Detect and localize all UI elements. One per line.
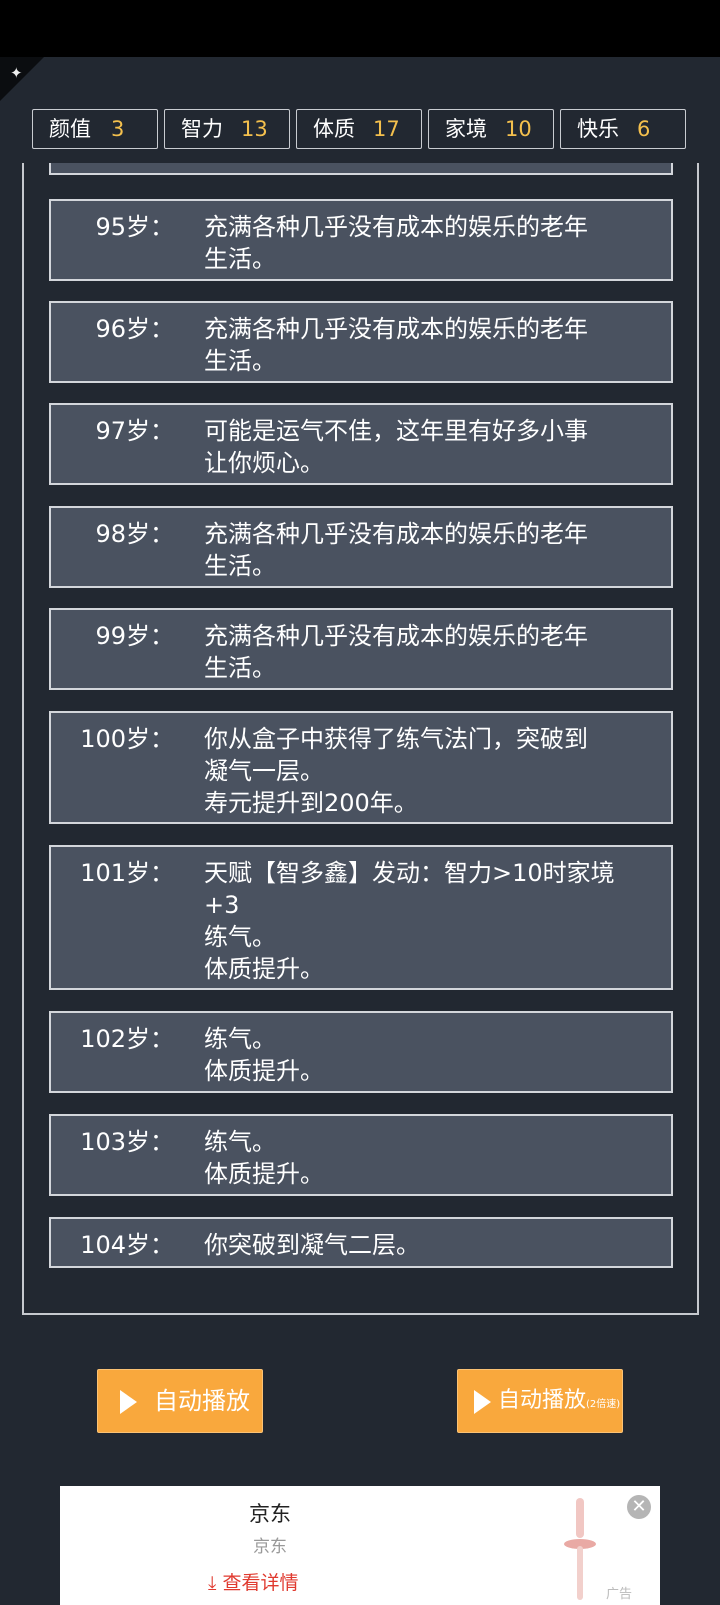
ad-details-link[interactable]: ⤓ 查看详情: [208, 1568, 298, 1595]
log-age: 100岁：: [80, 725, 174, 753]
life-log-panel[interactable]: 95岁： 充满各种几乎没有成本的娱乐的老年 生活。 96岁： 充满各种几乎没有成…: [22, 163, 699, 1315]
log-entry: 104岁： 你突破到凝气二层。: [49, 1217, 673, 1268]
log-text: 充满各种几乎没有成本的娱乐的老年 生活。: [204, 520, 588, 580]
log-age: 97岁：: [95, 417, 174, 445]
log-text: 练气。 体质提升。: [204, 1025, 324, 1085]
log-text: 可能是运气不佳，这年里有好多小事 让你烦心。: [204, 417, 588, 477]
ad-link-label: 查看详情: [222, 1572, 299, 1594]
stat-intelligence: 智力 13: [164, 109, 290, 149]
close-icon[interactable]: ✕: [627, 1495, 651, 1519]
stat-value: 10: [505, 117, 532, 141]
log-entry-partial: [49, 163, 673, 175]
log-text: 练气。 体质提升。: [204, 1128, 324, 1188]
stat-label: 智力: [181, 117, 223, 141]
log-entry: 97岁： 可能是运气不佳，这年里有好多小事 让你烦心。: [49, 403, 673, 485]
autoplay-fast-suffix: (2倍速): [586, 1399, 621, 1410]
stat-label: 颜值: [49, 117, 91, 141]
download-arrow-icon: ⤓: [208, 1572, 217, 1594]
stat-value: 3: [111, 117, 125, 141]
log-entry: 103岁： 练气。 体质提升。: [49, 1114, 673, 1196]
stat-happiness: 快乐 6: [560, 109, 686, 149]
log-entry: 99岁： 充满各种几乎没有成本的娱乐的老年 生活。: [49, 608, 673, 690]
log-age: 103岁：: [80, 1128, 174, 1156]
log-text: 你从盒子中获得了练气法门，突破到 凝气一层。 寿元提升到200年。: [204, 725, 588, 817]
ad-subtitle: 京东: [253, 1537, 287, 1557]
autoplay-button[interactable]: 自动播放: [97, 1369, 263, 1433]
log-entry: 102岁： 练气。 体质提升。: [49, 1011, 673, 1093]
stat-label: 家境: [445, 117, 487, 141]
settings-icon[interactable]: ✦: [10, 63, 30, 83]
log-age: 104岁：: [80, 1231, 174, 1259]
stat-value: 17: [373, 117, 400, 141]
log-text: 你突破到凝气二层。: [204, 1231, 420, 1259]
play-icon: [474, 1390, 491, 1414]
log-entry: 98岁： 充满各种几乎没有成本的娱乐的老年 生活。: [49, 506, 673, 588]
autoplay-fast-text: 自动播放(2倍速): [498, 1370, 620, 1436]
ad-banner[interactable]: 京东 京东 ⤓ 查看详情 ✕ 广告: [60, 1486, 660, 1605]
log-text: 充满各种几乎没有成本的娱乐的老年 生活。: [204, 315, 588, 375]
log-age: 102岁：: [80, 1025, 174, 1053]
log-text: 充满各种几乎没有成本的娱乐的老年 生活。: [204, 213, 588, 273]
status-bar: [0, 0, 720, 57]
log-entry: 100岁： 你从盒子中获得了练气法门，突破到 凝气一层。 寿元提升到200年。: [49, 711, 673, 824]
log-entry: 95岁： 充满各种几乎没有成本的娱乐的老年 生活。: [49, 199, 673, 281]
stat-value: 13: [241, 117, 268, 141]
log-age: 95岁：: [95, 213, 174, 241]
autoplay-fast-button[interactable]: 自动播放(2倍速): [457, 1369, 623, 1433]
play-icon: [120, 1390, 137, 1414]
stat-family: 家境 10: [428, 109, 554, 149]
stat-appearance: 颜值 3: [32, 109, 158, 149]
log-entry: 101岁： 天赋【智多鑫】发动：智力>10时家境 +3 练气。 体质提升。: [49, 845, 673, 990]
toothbrush-image: [564, 1498, 596, 1600]
autoplay-fast-label: 自动播放: [498, 1388, 587, 1413]
stat-constitution: 体质 17: [296, 109, 422, 149]
stat-value: 6: [637, 117, 651, 141]
log-age: 96岁：: [95, 315, 174, 343]
log-age: 99岁：: [95, 622, 174, 650]
log-entry: 96岁： 充满各种几乎没有成本的娱乐的老年 生活。: [49, 301, 673, 383]
log-age: 101岁：: [80, 859, 174, 887]
stat-label: 体质: [313, 117, 355, 141]
log-age: 98岁：: [95, 520, 174, 548]
stat-label: 快乐: [577, 117, 619, 141]
autoplay-label: 自动播放: [154, 1387, 250, 1415]
log-text: 天赋【智多鑫】发动：智力>10时家境 +3 练气。 体质提升。: [204, 859, 615, 983]
log-text: 充满各种几乎没有成本的娱乐的老年 生活。: [204, 622, 588, 682]
ad-title: 京东: [249, 1502, 291, 1526]
stats-bar: 颜值 3 智力 13 体质 17 家境 10 快乐 6: [32, 109, 688, 151]
ad-tag: 广告: [606, 1587, 633, 1602]
